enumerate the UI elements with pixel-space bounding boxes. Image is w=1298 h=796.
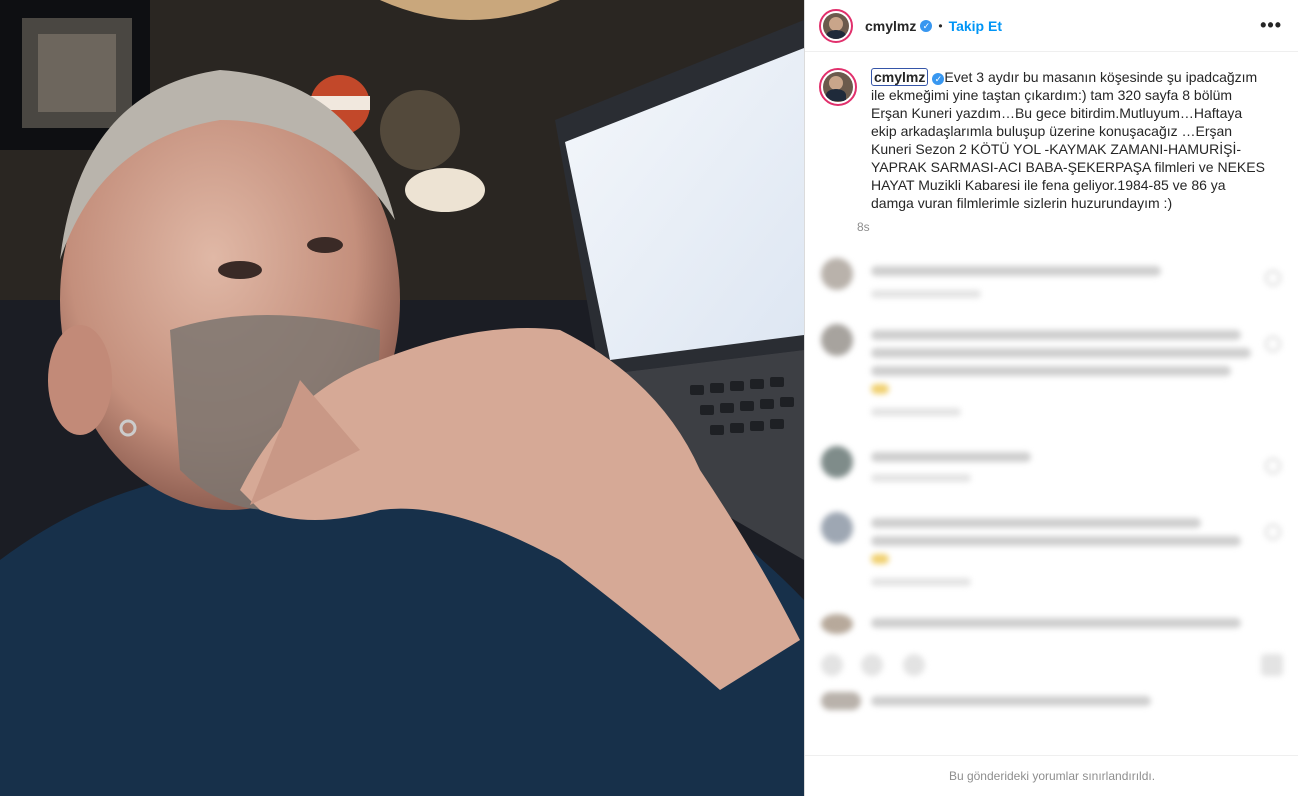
verified-badge-icon: ✓ bbox=[920, 19, 933, 32]
follow-button[interactable]: Takip Et bbox=[949, 18, 1002, 34]
comments-limited-notice: Bu gönderideki yorumlar sınırlandırıldı. bbox=[805, 755, 1298, 796]
post-side-panel: cmylmz ✓ • Takip Et ••• cmylmz ✓ Evet 3 ay… bbox=[804, 0, 1298, 796]
caption-avatar[interactable] bbox=[819, 68, 857, 106]
post-header: cmylmz ✓ • Takip Et ••• bbox=[805, 0, 1298, 52]
avatar[interactable] bbox=[819, 8, 853, 43]
post-photo[interactable] bbox=[0, 0, 804, 796]
more-options-icon[interactable]: ••• bbox=[1260, 15, 1282, 36]
caption-body: Evet 3 aydır bu masanın köşesinde şu ipa… bbox=[871, 69, 1265, 211]
post-caption: cmylmz ✓ Evet 3 aydır bu masanın köşesinde… bbox=[805, 52, 1298, 234]
caption-username[interactable]: cmylmz bbox=[871, 68, 929, 86]
caption-text-block: cmylmz ✓ Evet 3 aydır bu masanın köşesinde… bbox=[871, 68, 1267, 212]
header-separator: • bbox=[938, 18, 943, 33]
post-timestamp[interactable]: 8s bbox=[857, 220, 1267, 234]
post-username[interactable]: cmylmz bbox=[865, 18, 916, 34]
photo-illustration bbox=[0, 0, 804, 796]
comments-limited-text: Bu gönderideki yorumlar sınırlandırıldı. bbox=[948, 769, 1156, 783]
caption-verified-badge-icon: ✓ bbox=[932, 73, 945, 85]
blurred-comments bbox=[805, 250, 1298, 755]
